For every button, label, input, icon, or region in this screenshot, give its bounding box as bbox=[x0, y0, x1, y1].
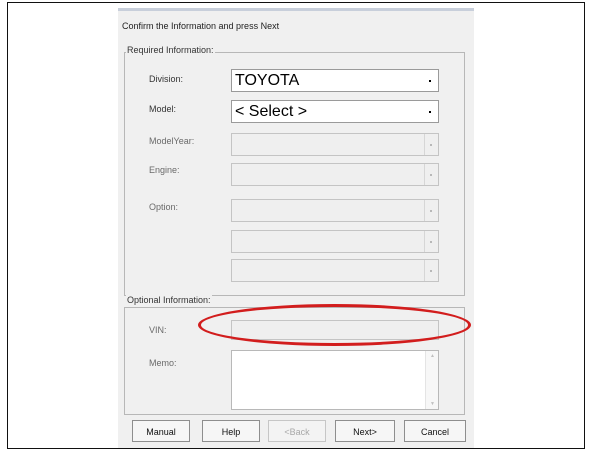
chevron-down-icon bbox=[424, 260, 438, 281]
model-year-label: ModelYear: bbox=[149, 136, 195, 146]
vin-input[interactable] bbox=[231, 320, 439, 340]
chevron-down-icon bbox=[424, 231, 438, 252]
model-dropdown[interactable]: < Select > bbox=[231, 100, 439, 123]
option-label: Option: bbox=[149, 202, 179, 212]
model-value: < Select > bbox=[235, 103, 308, 120]
back-button[interactable]: <Back bbox=[268, 420, 326, 442]
model-year-dropdown[interactable] bbox=[231, 133, 439, 156]
chevron-down-icon[interactable] bbox=[424, 101, 438, 122]
scroll-up-icon[interactable]: ▲ bbox=[430, 353, 435, 359]
memo-textarea[interactable]: ▲ ▼ bbox=[231, 350, 439, 410]
next-button[interactable]: Next> bbox=[335, 420, 395, 442]
division-label: Division: bbox=[149, 74, 184, 84]
vin-label: VIN: bbox=[149, 325, 167, 335]
chevron-down-icon bbox=[424, 200, 438, 221]
chevron-down-icon[interactable] bbox=[424, 70, 438, 91]
dialog-title: Confirm the Information and press Next bbox=[122, 21, 280, 31]
option-dropdown-1[interactable] bbox=[231, 199, 439, 222]
engine-label: Engine: bbox=[149, 165, 180, 175]
vehicle-info-dialog: Confirm the Information and press Next R… bbox=[118, 8, 474, 448]
engine-dropdown[interactable] bbox=[231, 163, 439, 186]
required-info-label: Required Information: bbox=[126, 45, 215, 55]
model-label: Model: bbox=[149, 104, 177, 114]
scroll-down-icon[interactable]: ▼ bbox=[430, 401, 435, 407]
option-dropdown-3[interactable] bbox=[231, 259, 439, 282]
cancel-button[interactable]: Cancel bbox=[404, 420, 466, 442]
manual-button[interactable]: Manual bbox=[132, 420, 190, 442]
chevron-down-icon bbox=[424, 134, 438, 155]
memo-scrollbar[interactable]: ▲ ▼ bbox=[425, 351, 438, 409]
help-button[interactable]: Help bbox=[202, 420, 260, 442]
memo-label: Memo: bbox=[149, 358, 177, 368]
division-dropdown[interactable]: TOYOTA bbox=[231, 69, 439, 92]
option-dropdown-2[interactable] bbox=[231, 230, 439, 253]
division-value: TOYOTA bbox=[235, 72, 300, 89]
chevron-down-icon bbox=[424, 164, 438, 185]
optional-info-label: Optional Information: bbox=[126, 295, 212, 305]
